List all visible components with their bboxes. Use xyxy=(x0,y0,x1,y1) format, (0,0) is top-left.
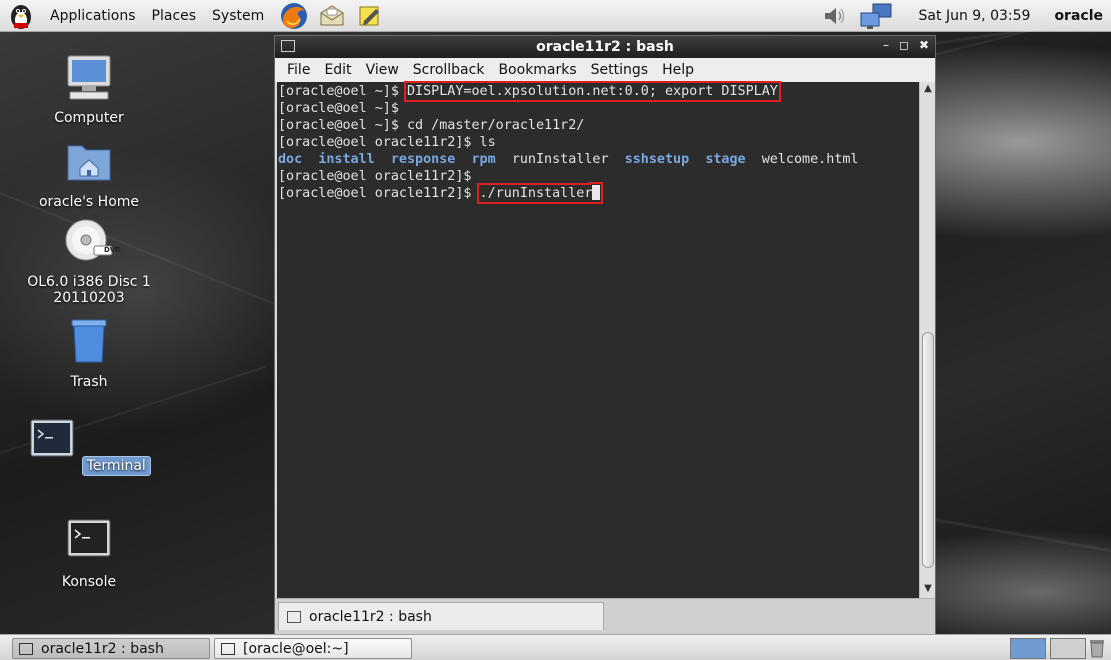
taskbar-item-label: [oracle@oel:~] xyxy=(243,640,349,657)
menu-view[interactable]: View xyxy=(359,62,406,78)
konsole-desktop-icon[interactable]: Konsole xyxy=(14,516,164,590)
konsole-icon xyxy=(67,519,111,557)
window-terminal-icon[interactable] xyxy=(281,40,295,52)
computer-icon xyxy=(67,55,111,100)
tab-bash-session[interactable]: oracle11r2 : bash xyxy=(278,602,604,630)
clock[interactable]: Sat Jun 9, 03:59 xyxy=(919,8,1031,24)
dvd-label-line1: OL6.0 i386 Disc 1 xyxy=(27,274,151,290)
ls-dir: response xyxy=(390,152,456,167)
ls-dir: sshsetup xyxy=(624,152,690,167)
home-folder-icon xyxy=(67,145,111,181)
dvd-label-line2: 20110203 xyxy=(53,290,125,306)
menu-scrollback[interactable]: Scrollback xyxy=(406,62,492,78)
firefox-launcher[interactable] xyxy=(278,0,310,32)
close-icon[interactable]: ✖ xyxy=(919,38,929,52)
volume-icon[interactable] xyxy=(821,4,849,28)
terminal-icon xyxy=(30,419,74,457)
top-panel: Applications Places System Sat Jun 9, 03… xyxy=(0,0,1111,32)
ls-file: welcome.html xyxy=(761,152,859,167)
note-launcher[interactable] xyxy=(354,0,386,32)
ls-dir: doc xyxy=(278,152,303,167)
menu-settings[interactable]: Settings xyxy=(584,62,655,78)
trash-applet-icon[interactable] xyxy=(1088,638,1106,658)
terminal-line: [oracle@oel oracle11r2]$ xyxy=(278,169,472,184)
taskbar-terminal-icon xyxy=(19,642,33,655)
note-icon xyxy=(359,6,380,25)
mail-launcher[interactable] xyxy=(316,0,348,32)
scroll-up-icon[interactable]: ▲ xyxy=(920,82,936,96)
workspace-2[interactable] xyxy=(1050,638,1086,659)
minimize-icon[interactable]: – xyxy=(883,38,889,52)
applications-menu[interactable]: Applications xyxy=(42,8,144,24)
panel-right: Sat Jun 9, 03:59 oracle xyxy=(821,0,1111,32)
menu-help[interactable]: Help xyxy=(655,62,701,78)
computer-desktop-icon[interactable]: Computer xyxy=(14,52,164,126)
trash-desktop-icon[interactable]: Trash xyxy=(14,316,164,390)
workspace-1[interactable] xyxy=(1010,638,1046,659)
maximize-icon[interactable]: ◻ xyxy=(899,38,909,52)
dvd-disc-icon xyxy=(65,219,113,261)
network-icon[interactable] xyxy=(859,2,893,30)
taskbar-item-label: oracle11r2 : bash xyxy=(41,640,164,657)
ls-file: runInstaller xyxy=(511,152,609,167)
terminal-line: [oracle@oel oracle11r2]$ ./runInstaller xyxy=(278,183,919,204)
tab-label: oracle11r2 : bash xyxy=(309,608,432,625)
menu-file[interactable]: File xyxy=(280,62,317,78)
trash-icon xyxy=(71,319,107,363)
dvd-badge: DVD xyxy=(104,246,122,254)
tab-strip: oracle11r2 : bash xyxy=(275,598,935,634)
window-menubar: File Edit View Scrollback Bookmarks Sett… xyxy=(275,58,935,82)
terminal-line: [oracle@oel ~]$ xyxy=(278,101,399,116)
scrollbar-thumb[interactable] xyxy=(922,332,934,568)
window-titlebar[interactable]: oracle11r2 : bash – ◻ ✖ xyxy=(275,36,935,58)
highlighted-display-command: DISPLAY=oel.xpsolution.net:0.0; export D… xyxy=(404,81,781,102)
places-menu[interactable]: Places xyxy=(144,8,205,24)
ls-dir: rpm xyxy=(471,152,496,167)
terminal-window: oracle11r2 : bash – ◻ ✖ File Edit View S… xyxy=(274,35,936,635)
highlighted-runinstaller-command: ./runInstaller xyxy=(476,183,604,204)
taskbar-item-oracle-oel[interactable]: [oracle@oel:~] xyxy=(214,638,412,659)
computer-label: Computer xyxy=(54,110,124,126)
tab-terminal-icon xyxy=(287,610,301,623)
terminal-label: Terminal xyxy=(81,456,151,476)
oracle-linux-penguin-icon[interactable] xyxy=(6,1,36,31)
firefox-icon xyxy=(281,2,308,29)
system-menu[interactable]: System xyxy=(204,8,272,24)
terminal-line: [oracle@oel ~]$ cd /master/oracle11r2/ xyxy=(278,118,585,133)
window-title: oracle11r2 : bash xyxy=(536,39,674,55)
terminal-line: [oracle@oel oracle11r2]$ ls xyxy=(278,135,496,150)
ls-dir: install xyxy=(318,152,375,167)
trash-label: Trash xyxy=(70,374,108,390)
dvd-desktop-icon[interactable]: DVD OL6.0 i386 Disc 1 20110203 xyxy=(14,216,164,306)
konsole-label: Konsole xyxy=(61,574,117,590)
taskbar-terminal-icon xyxy=(221,642,235,655)
bottom-panel: oracle11r2 : bash [oracle@oel:~] xyxy=(0,634,1111,660)
menu-bookmarks[interactable]: Bookmarks xyxy=(491,62,583,78)
home-label: oracle's Home xyxy=(38,194,140,210)
scroll-down-icon[interactable]: ▼ xyxy=(920,582,936,596)
ls-output-line: doc install response rpm runInstaller ss… xyxy=(278,151,919,168)
terminal-line: [oracle@oel ~]$ DISPLAY=oel.xpsolution.n… xyxy=(278,81,781,102)
terminal-scrollbar[interactable]: ▲ ▼ xyxy=(919,82,935,598)
home-desktop-icon[interactable]: oracle's Home xyxy=(14,136,164,210)
terminal-output[interactable]: [oracle@oel ~]$ DISPLAY=oel.xpsolution.n… xyxy=(277,81,919,598)
taskbar-item-oracle11r2-bash[interactable]: oracle11r2 : bash xyxy=(12,638,210,659)
text-cursor xyxy=(592,185,601,200)
ls-dir: stage xyxy=(705,152,746,167)
mail-icon xyxy=(320,4,344,25)
terminal-desktop-icon[interactable]: Terminal xyxy=(14,416,164,476)
menu-edit[interactable]: Edit xyxy=(317,62,358,78)
